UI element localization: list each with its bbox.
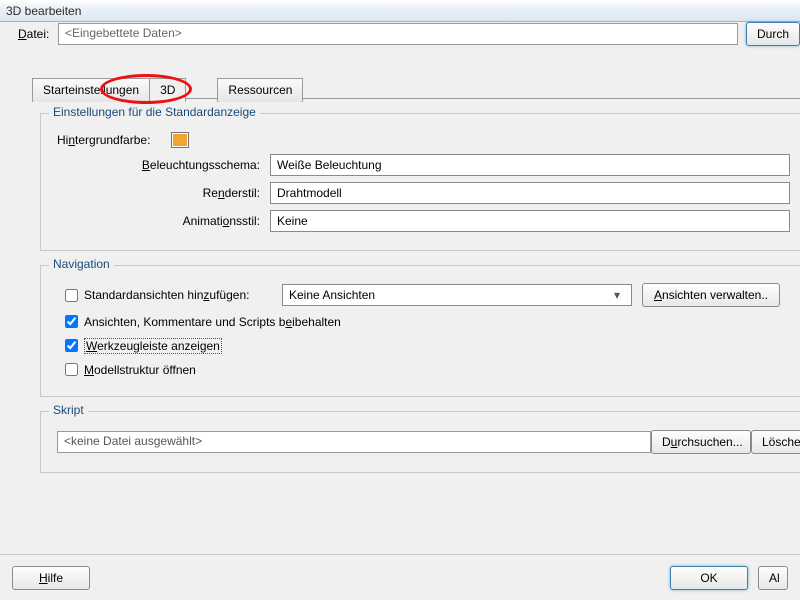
keep-views-label: Ansichten, Kommentare und Scripts beibeh… [84,315,341,329]
help-button[interactable]: Hilfe [12,566,90,590]
bgcolor-swatch[interactable] [171,132,189,148]
addviews-checkbox[interactable] [65,289,78,302]
keep-views-checkbox[interactable] [65,315,78,328]
addviews-value: Keine Ansichten [289,288,375,302]
manage-views-button[interactable]: Ansichten verwalten.. [642,283,780,307]
cancel-button[interactable]: Al [758,566,788,590]
addviews-select[interactable]: Keine Ansichten ▾ [282,284,632,306]
group-navigation: Navigation Standardansichten hinzufügen:… [40,265,800,397]
script-path-input[interactable]: <keine Datei ausgewählt> [57,431,651,453]
render-value: Drahtmodell [277,186,342,200]
animation-label: Animationsstil: [51,214,270,228]
lighting-value: Weiße Beleuchtung [277,158,382,172]
lighting-label: Beleuchtungsschema: [51,158,270,172]
tab-ressourcen[interactable]: Ressourcen [217,78,303,102]
group-navigation-legend: Navigation [49,257,114,271]
render-select[interactable]: Drahtmodell [270,182,790,204]
file-browse-button[interactable]: Durch [746,22,800,46]
show-toolbar-checkbox[interactable] [65,339,78,352]
tab-3d[interactable]: 3D [149,78,186,102]
script-browse-button[interactable]: Durchsuchen... [651,430,751,454]
file-row: Datei: <Eingebettete Daten> Durch [18,22,800,46]
animation-value: Keine [277,214,308,228]
group-script-legend: Skript [49,403,88,417]
group-script: Skript <keine Datei ausgewählt> Durchsuc… [40,411,800,473]
open-modeltree-label: Modellstruktur öffnen [84,363,196,377]
file-path-input[interactable]: <Eingebettete Daten> [58,23,738,45]
tab-starteinstellungen[interactable]: Starteinstellungen [32,78,150,102]
bgcolor-label: Hintergrundfarbe: [51,133,171,147]
addviews-label: Standardansichten hinzufügen: [84,288,282,302]
group-display-legend: Einstellungen für die Standardanzeige [49,105,260,119]
file-label: Datei: [18,27,50,41]
ok-button[interactable]: OK [670,566,748,590]
window-title: 3D bearbeiten [0,0,800,22]
script-clear-button[interactable]: Löschen [751,430,800,454]
dialog-footer: Hilfe OK Al [0,554,800,600]
render-label: Renderstil: [51,186,270,200]
tab-panel: Einstellungen für die Standardanzeige Hi… [32,98,800,542]
group-display: Einstellungen für die Standardanzeige Hi… [40,113,800,251]
open-modeltree-checkbox[interactable] [65,363,78,376]
show-toolbar-label: Werkzeugleiste anzeigen [84,338,222,354]
lighting-select[interactable]: Weiße Beleuchtung [270,154,790,176]
chevron-down-icon: ▾ [609,288,625,302]
tab-bar: Starteinstellungen 3D Ressourcen [32,78,302,102]
animation-select[interactable]: Keine [270,210,790,232]
